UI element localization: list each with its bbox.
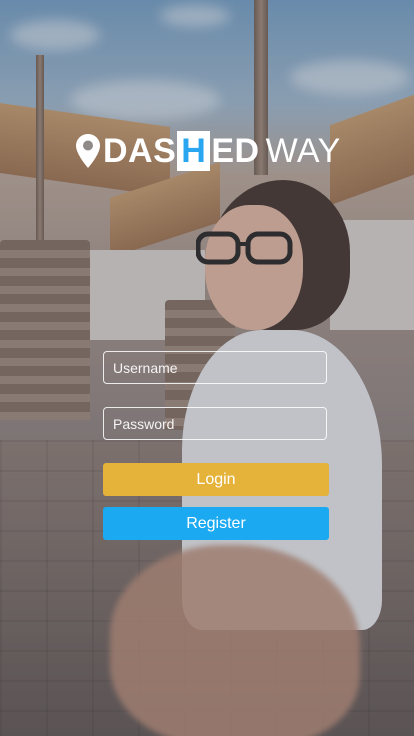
password-input[interactable] [103,407,327,440]
login-button[interactable]: Login [103,463,329,496]
app-logo: DAS H ED WAY [75,131,341,171]
logo-wordmark: DAS H ED WAY [103,131,341,171]
logo-text-h-highlight: H [177,131,211,171]
map-pin-icon [76,134,100,168]
login-screen: DASHEDWAY Login Register [0,0,414,736]
logo-text-way: WAY [265,132,341,170]
logo-text-das: DAS [103,132,177,170]
logo-text-ed: ED [211,132,260,170]
username-input[interactable] [103,351,327,384]
register-button[interactable]: Register [103,507,329,540]
